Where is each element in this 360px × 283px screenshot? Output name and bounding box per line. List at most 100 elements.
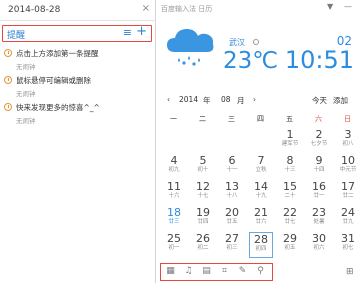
- lunar-date: 十六: [168, 193, 180, 199]
- weekday-label: 二: [199, 115, 206, 123]
- lunar-date: 十一: [226, 167, 238, 173]
- lunar-date: 十四: [313, 167, 325, 173]
- clock-icon: [4, 76, 12, 84]
- lunar-date: 廿四: [197, 219, 209, 225]
- date-cell[interactable]: 19 廿四: [191, 206, 215, 232]
- date-number: 4: [170, 154, 178, 167]
- date-cell[interactable]: 14 十九: [249, 180, 273, 206]
- date-cell[interactable]: 28 初四: [249, 232, 273, 258]
- list-icon[interactable]: ≡: [123, 26, 132, 39]
- search-icon[interactable]: ⚲: [255, 266, 266, 277]
- date-cell[interactable]: 1 建军节: [278, 128, 302, 154]
- date-cell[interactable]: 17 廿二: [336, 180, 360, 206]
- date-number: 16: [312, 180, 326, 193]
- date-number: 26: [196, 232, 210, 245]
- date-cell[interactable]: 30 初六: [307, 232, 331, 258]
- date-cell[interactable]: 5 初十: [191, 154, 215, 180]
- date-cell[interactable]: 11 十六: [162, 180, 186, 206]
- reminder-item[interactable]: 快来发现更多的惊喜^_^ 无闹钟: [4, 102, 154, 125]
- date-cell[interactable]: 9 十四: [307, 154, 331, 180]
- date-cell[interactable]: 6 十一: [220, 154, 244, 180]
- weekday-label: 日: [344, 115, 351, 123]
- pin-icon[interactable]: ▼: [327, 2, 333, 11]
- reminder-text: 点击上方添加第一条提醒: [16, 49, 99, 58]
- reminder-alarm: 无闹钟: [16, 117, 36, 125]
- date-number: 10: [341, 154, 355, 167]
- date-number: 2: [315, 128, 323, 141]
- crop-icon[interactable]: ⌗: [219, 266, 230, 277]
- date-cell[interactable]: 2 七夕节: [307, 128, 331, 154]
- lunar-date: 十八: [226, 193, 238, 199]
- date-number: 25: [167, 232, 181, 245]
- next-month-icon[interactable]: ›: [253, 95, 256, 104]
- city-name[interactable]: 武汉: [229, 37, 245, 48]
- date-number: 24: [341, 206, 355, 219]
- clock-icon: [4, 49, 12, 57]
- date-cell[interactable]: 24 廿九: [336, 206, 360, 232]
- add-reminder-icon[interactable]: +: [136, 24, 147, 39]
- note-icon[interactable]: ▤: [201, 266, 212, 277]
- lunar-date: 建军节: [281, 141, 299, 147]
- date-number: 12: [196, 180, 210, 193]
- calendar-icon[interactable]: ▦: [165, 266, 176, 277]
- reminder-item[interactable]: 鼠标悬停可编辑或删除 无闹钟: [4, 75, 154, 98]
- date-cell[interactable]: 15 二十: [278, 180, 302, 206]
- reminder-title: 提醒: [7, 31, 26, 41]
- today-button[interactable]: 今天: [312, 95, 327, 106]
- add-event-button[interactable]: 添加: [333, 95, 348, 106]
- date-number: 23: [312, 206, 326, 219]
- weather-widget: 武汉 23℃ 02 10:51: [157, 16, 360, 82]
- date-cell[interactable]: 29 初五: [278, 232, 302, 258]
- lunar-date: 廿三: [168, 219, 180, 225]
- minimize-icon[interactable]: —: [344, 2, 352, 11]
- date-cell[interactable]: 25 初一: [162, 232, 186, 258]
- lunar-date: 初三: [226, 245, 238, 251]
- date-cell[interactable]: 7 立秋: [249, 154, 273, 180]
- bell-icon[interactable]: ♫: [183, 266, 194, 277]
- pencil-icon[interactable]: ✎: [237, 266, 248, 277]
- date-number: 30: [312, 232, 326, 245]
- date-cell[interactable]: 12 十七: [191, 180, 215, 206]
- close-icon[interactable]: ×: [142, 3, 150, 14]
- date-number: 29: [283, 232, 297, 245]
- reminder-alarm: 无闹钟: [16, 63, 36, 71]
- date-number: 6: [228, 154, 236, 167]
- date-number: 17: [341, 180, 355, 193]
- lunar-date: 初六: [313, 245, 325, 251]
- month-value[interactable]: 08: [221, 95, 231, 104]
- date-number: 14: [254, 180, 268, 193]
- date-cell[interactable]: 18 廿三: [162, 206, 186, 232]
- year-unit: 年: [203, 96, 211, 105]
- date-cell[interactable]: 20 廿五: [220, 206, 244, 232]
- weekday-label: 三: [228, 115, 235, 123]
- lunar-date: 处暑: [313, 219, 325, 225]
- year-value[interactable]: 2014: [179, 95, 198, 104]
- date-cell[interactable]: 22 廿七: [278, 206, 302, 232]
- month-unit: 月: [237, 96, 245, 105]
- weekday-label: 五: [286, 115, 293, 123]
- date-number: 18: [167, 206, 181, 219]
- date-cell[interactable]: 16 廿一: [307, 180, 331, 206]
- prev-month-icon[interactable]: ‹: [167, 95, 170, 104]
- lunar-date: 初八: [342, 141, 354, 147]
- date-cell[interactable]: 23 处暑: [307, 206, 331, 232]
- date-number: 3: [344, 128, 352, 141]
- date-cell[interactable]: 27 初三: [220, 232, 244, 258]
- date-cell[interactable]: 13 十八: [220, 180, 244, 206]
- date-cell[interactable]: 26 初二: [191, 232, 215, 258]
- date-cell[interactable]: 31 初七: [336, 232, 360, 258]
- date-number: 1: [286, 128, 294, 141]
- date-cell[interactable]: 10 中元节: [336, 154, 360, 180]
- date-cell[interactable]: 4 初九: [162, 154, 186, 180]
- date-cell[interactable]: 3 初八: [336, 128, 360, 154]
- date-number: 8: [286, 154, 294, 167]
- weekday-label: 一: [170, 115, 177, 123]
- date-cell[interactable]: 21 廿六: [249, 206, 273, 232]
- apps-icon[interactable]: ⊞: [346, 267, 354, 277]
- lunar-date: 十三: [284, 167, 296, 173]
- reminder-item[interactable]: 点击上方添加第一条提醒 无闹钟: [4, 48, 154, 71]
- date-cell[interactable]: 8 十三: [278, 154, 302, 180]
- reminder-header: 2014-08-28 ×: [0, 0, 156, 21]
- lunar-date: 七夕节: [310, 141, 328, 147]
- lunar-date: 二十: [284, 193, 296, 199]
